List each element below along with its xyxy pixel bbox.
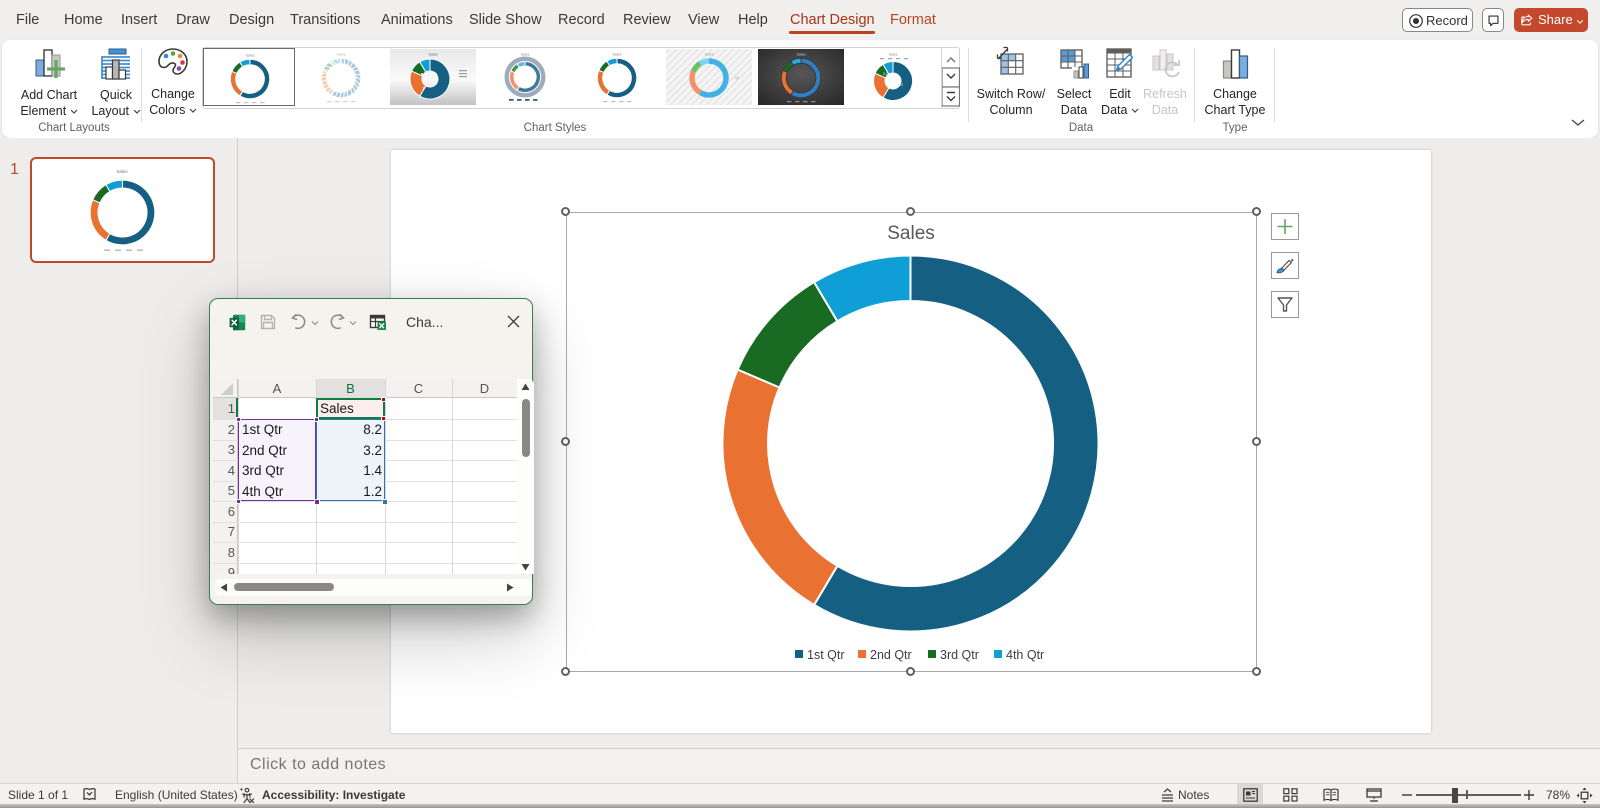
svg-text:3.2: 3.2 xyxy=(883,72,888,76)
svg-text:Sales: Sales xyxy=(889,53,898,57)
svg-text:8.2: 8.2 xyxy=(898,83,903,87)
svg-text:Sales: Sales xyxy=(521,53,530,57)
svg-text:Sales: Sales xyxy=(797,53,806,57)
svg-text:Sales: Sales xyxy=(613,53,622,57)
svg-text:Sales: Sales xyxy=(337,53,346,57)
svg-text:Sales: Sales xyxy=(246,54,255,58)
svg-text:Sales: Sales xyxy=(705,53,714,57)
svg-text:Sales: Sales xyxy=(116,169,128,174)
svg-text:Sales: Sales xyxy=(429,53,438,57)
